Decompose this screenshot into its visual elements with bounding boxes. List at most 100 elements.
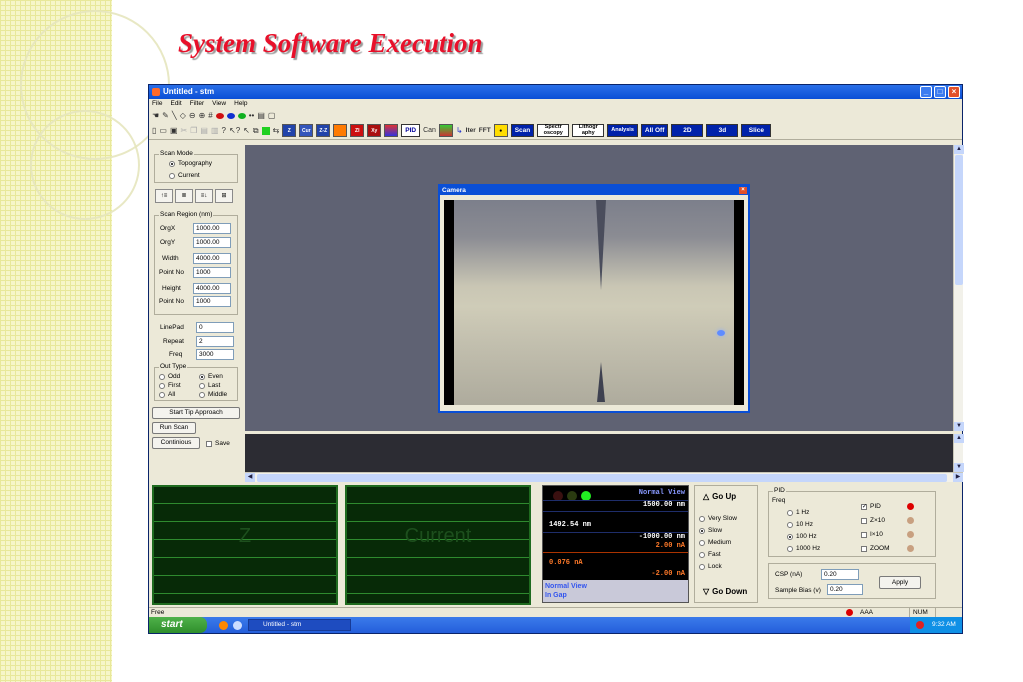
camera-window[interactable]: Camera × [438,184,750,413]
axes-icon[interactable]: ↳ [456,126,463,136]
fft-button[interactable]: FFT [479,126,491,136]
lithography-button[interactable]: Lithogr aphy [572,124,605,137]
radio-dot[interactable] [699,515,705,522]
windows-icon[interactable]: ⧉ [253,126,259,136]
current-view-icon[interactable]: Cur [299,124,314,137]
radio-dot[interactable] [199,391,205,398]
maximize-button[interactable]: □ [934,86,946,98]
mdi-vertical-scrollbar[interactable]: ▲ ▼ [953,145,964,431]
orgy-field[interactable]: 1000.00 [193,237,231,248]
height-field[interactable]: 4000.00 [193,283,231,294]
orgx-field[interactable]: 1000.00 [193,223,231,234]
zx10-checkbox[interactable]: Z×10 [861,517,885,524]
window-titlebar[interactable]: Untitled - stm _ □ × [149,85,962,99]
radio-all[interactable]: All [159,391,175,398]
scan-button[interactable]: Scan [510,124,535,137]
apply-button[interactable]: Apply [879,576,921,589]
radio-dot[interactable] [699,539,705,546]
slice-button[interactable]: Slice [741,124,772,137]
pid-checkbox[interactable]: ✓ PID [861,503,881,510]
grid-icon[interactable]: # [208,111,212,121]
scroll-left-icon[interactable]: ◀ [245,473,255,482]
browser-icon[interactable] [233,621,242,630]
help-pointer-icon[interactable]: ↖? [229,126,240,136]
radio-1hz[interactable]: 1 Hz [787,509,809,516]
view-3d-button[interactable]: 3d [706,124,739,137]
checkbox-box[interactable] [861,517,867,524]
close-button[interactable]: × [948,86,960,98]
radio-dot[interactable] [699,551,705,558]
go-up-button[interactable]: △ Go Up [703,492,736,501]
radio-dot[interactable] [699,563,705,570]
lightbulb-icon[interactable]: ● [493,124,508,137]
secondary-vertical-scrollbar[interactable]: ▲ ▼ [953,434,964,472]
radio-last[interactable]: Last [199,382,220,389]
go-down-button[interactable]: ▽ Go Down [703,587,747,596]
radio-very-slow[interactable]: Very Slow [699,515,737,522]
radio-current[interactable]: Current [169,172,200,179]
checkbox-box[interactable] [861,531,867,538]
radio-dot[interactable] [787,545,793,552]
copy-icon[interactable]: ❐ [190,126,197,136]
scroll-right-icon[interactable]: ▶ [953,473,963,482]
scroll-thumb[interactable] [955,155,963,285]
radio-dot[interactable] [159,382,165,389]
linepad-field[interactable]: 0 [196,322,234,333]
red-marker-icon[interactable] [215,112,224,119]
fire-icon[interactable] [333,124,348,137]
paste-icon[interactable]: ▤ [200,126,208,136]
all-off-button[interactable]: All Off [640,124,669,137]
menu-help[interactable]: Help [234,99,247,109]
checkbox-box[interactable] [206,440,212,447]
radio-dot[interactable] [699,527,705,534]
z-z-view-icon[interactable]: Z-Z [316,124,331,137]
open-folder-icon[interactable]: ▭ [159,126,167,136]
green-square-icon[interactable] [261,126,270,135]
radio-lock[interactable]: Lock [699,563,722,570]
align-left-icon[interactable]: ↑≡ [155,189,173,203]
radio-100hz[interactable]: 100 Hz [787,533,817,540]
start-button[interactable]: start [149,617,207,633]
about-icon[interactable]: ? [222,126,226,136]
menu-view[interactable]: View [212,99,226,109]
z-view-icon[interactable]: Z [282,124,297,137]
radio-dot[interactable] [199,373,205,380]
view-2d-button[interactable]: 2D [671,124,704,137]
checkbox-box[interactable]: ✓ [861,503,867,510]
csp-field[interactable]: 0.20 [821,569,859,580]
radio-middle[interactable]: Middle [199,391,227,398]
bar-chart-icon[interactable] [438,124,453,137]
align-distribute-icon[interactable]: ⊞ [215,189,233,203]
menu-filter[interactable]: Filter [190,99,204,109]
ix10-checkbox[interactable]: I×10 [861,531,883,538]
horizontal-scrollbar[interactable]: ◀ ▶ [245,472,963,482]
radio-dot[interactable] [787,533,793,540]
align-right-icon[interactable]: ≡↓ [195,189,213,203]
scroll-up-icon[interactable]: ▲ [954,145,964,154]
radio-10hz[interactable]: 10 Hz [787,521,813,528]
start-tip-approach-button[interactable]: Start Tip Approach [152,407,240,419]
line-icon[interactable]: ╲ [172,111,177,121]
minimize-button[interactable]: _ [920,86,932,98]
camera-close-icon[interactable]: × [739,187,747,194]
scroll-down-icon[interactable]: ▼ [954,422,964,431]
export-icon[interactable]: ▢ [268,111,276,121]
xy-view-icon[interactable]: Xy [367,124,382,137]
scan-can-icon[interactable]: Can [423,126,436,136]
menu-file[interactable]: File [152,99,162,109]
zoom-out-icon[interactable]: ⊖ [189,111,196,121]
radio-first[interactable]: First [159,382,181,389]
radio-medium[interactable]: Medium [699,539,731,546]
pen-icon[interactable]: ✎ [162,111,169,121]
width-field[interactable]: 4000.00 [193,253,231,264]
pointer-icon[interactable]: ↖ [243,126,250,136]
point-no-x-field[interactable]: 1000 [193,267,231,278]
green-marker-icon[interactable] [237,112,246,119]
scroll-up-icon[interactable]: ▲ [954,434,964,443]
scroll-thumb[interactable] [257,474,947,482]
menu-edit[interactable]: Edit [170,99,181,109]
radio-topography[interactable]: Topography [169,160,212,167]
run-scan-button[interactable]: Run Scan [152,422,196,434]
save-checkbox[interactable]: Save [206,440,230,447]
filter-button[interactable]: Iter [466,126,476,136]
